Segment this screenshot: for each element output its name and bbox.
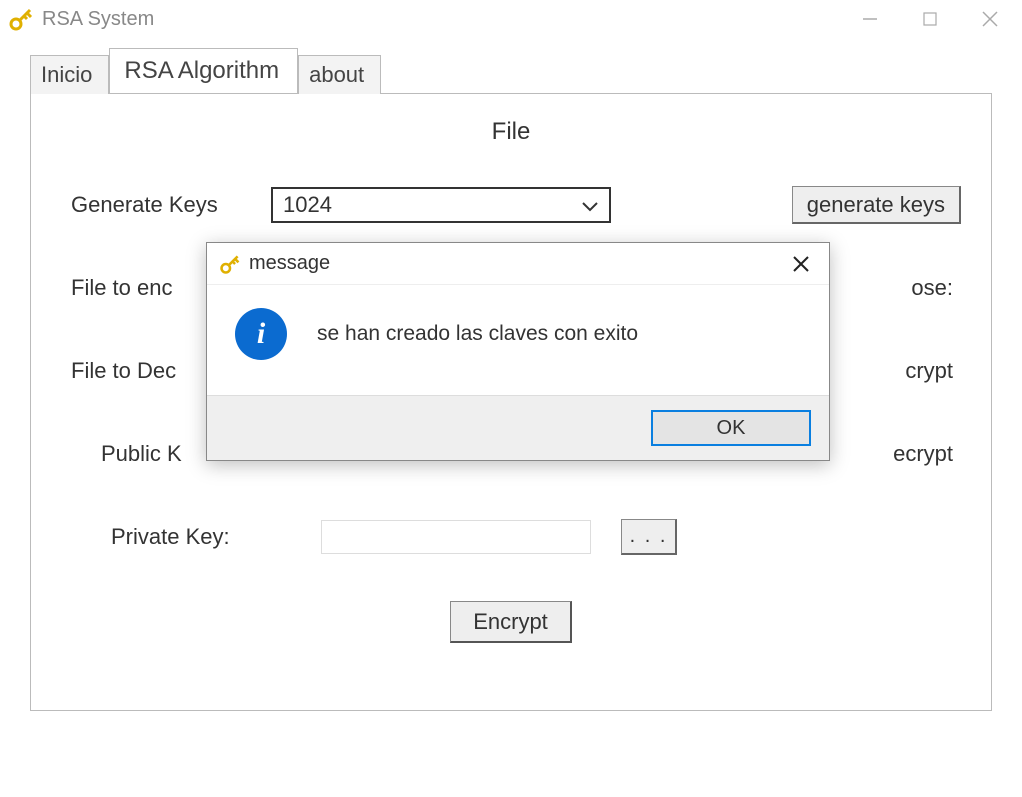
dialog-footer: OK bbox=[207, 395, 829, 460]
dialog-titlebar: message bbox=[207, 243, 829, 285]
message-dialog: message i se han creado las claves con e… bbox=[206, 242, 830, 461]
encrypt-button[interactable]: Encrypt bbox=[450, 601, 572, 643]
key-size-select[interactable]: 1024 bbox=[271, 187, 611, 223]
window-titlebar: RSA System bbox=[0, 0, 1022, 38]
window-title: RSA System bbox=[42, 8, 154, 31]
generate-keys-label: Generate Keys bbox=[61, 192, 271, 218]
right-crypt-text: crypt bbox=[905, 358, 953, 384]
choose-suffix-text: ose: bbox=[911, 275, 953, 301]
tab-rsa-algorithm[interactable]: RSA Algorithm bbox=[109, 48, 298, 93]
private-key-label: Private Key: bbox=[61, 524, 321, 550]
key-size-value: 1024 bbox=[283, 192, 332, 218]
key-icon bbox=[8, 6, 34, 32]
tab-inicio[interactable]: Inicio bbox=[30, 55, 109, 94]
window-minimize-button[interactable] bbox=[840, 0, 900, 38]
dialog-message: se han creado las claves con exito bbox=[317, 322, 638, 346]
chevron-down-icon bbox=[581, 192, 599, 218]
right-ecrypt-text: ecrypt bbox=[893, 441, 953, 467]
window-maximize-button[interactable] bbox=[900, 0, 960, 38]
dialog-title: message bbox=[249, 252, 330, 275]
dialog-close-button[interactable] bbox=[781, 243, 821, 285]
dialog-body: i se han creado las claves con exito bbox=[207, 285, 829, 395]
tab-about[interactable]: about bbox=[298, 55, 381, 94]
private-key-input[interactable] bbox=[321, 520, 591, 554]
key-icon bbox=[219, 253, 241, 275]
generate-keys-button[interactable]: generate keys bbox=[792, 186, 961, 224]
browse-private-key-button[interactable]: . . . bbox=[621, 519, 677, 555]
info-icon: i bbox=[235, 308, 287, 360]
panel-heading: File bbox=[61, 118, 961, 146]
dialog-ok-button[interactable]: OK bbox=[651, 410, 811, 446]
window-close-button[interactable] bbox=[960, 0, 1020, 38]
tab-strip: Inicio RSA Algorithm about bbox=[30, 48, 1022, 93]
